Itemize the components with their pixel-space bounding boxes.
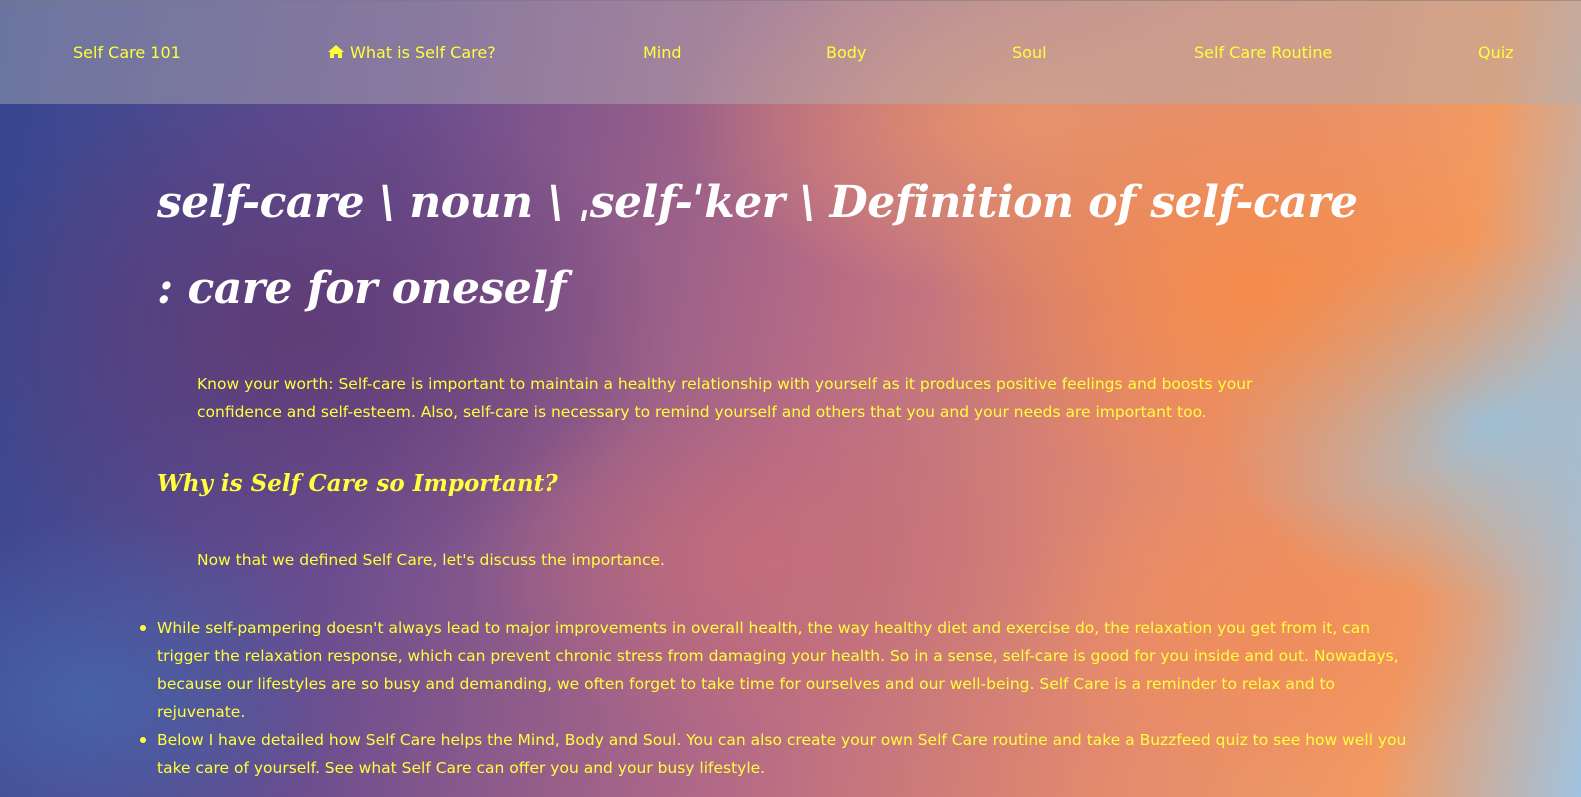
nav-link-body[interactable]: Body: [826, 43, 866, 62]
nav-link-self-care-routine[interactable]: Self Care Routine: [1194, 43, 1332, 62]
list-item: Below I have detailed how Self Care help…: [140, 726, 1417, 782]
lead-paragraph: Now that we defined Self Care, let's dis…: [197, 551, 665, 569]
nav-link-soul[interactable]: Soul: [1012, 43, 1047, 62]
nav-brand-link[interactable]: Self Care 101: [73, 43, 181, 62]
top-navbar: Self Care 101 What is Self Care? Mind Bo…: [0, 0, 1581, 104]
nav-link-label: What is Self Care?: [350, 43, 496, 62]
section-heading: Why is Self Care so Important?: [157, 470, 558, 497]
nav-link-mind[interactable]: Mind: [643, 43, 682, 62]
nav-link-what-is-self-care[interactable]: What is Self Care?: [327, 43, 496, 62]
list-item: While self-pampering doesn't always lead…: [140, 614, 1417, 726]
importance-list: While self-pampering doesn't always lead…: [140, 614, 1417, 782]
home-icon: [328, 45, 344, 58]
intro-paragraph: Know your worth: Self-care is important …: [197, 375, 1253, 421]
nav-link-quiz[interactable]: Quiz: [1478, 43, 1514, 62]
page-title: self-care \ noun \ ˌself-ˈker \ Definiti…: [157, 177, 1358, 314]
